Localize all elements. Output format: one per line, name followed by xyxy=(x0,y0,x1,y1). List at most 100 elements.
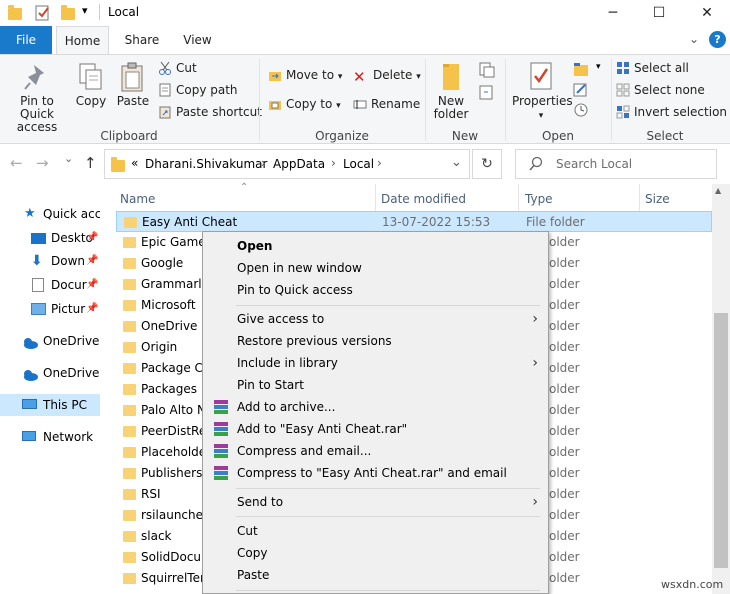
pin-to-quick-access-button[interactable]: Pin to Quick access xyxy=(3,61,71,134)
paste-shortcut-button[interactable]: Paste shortcut xyxy=(158,102,262,122)
copy-path-label: Copy path xyxy=(176,83,238,97)
select-none-button[interactable]: Select none xyxy=(616,80,705,100)
select-all-button[interactable]: Select all xyxy=(616,58,689,78)
scroll-up-icon[interactable]: ▲ xyxy=(715,186,721,195)
copy-button[interactable]: Copy xyxy=(74,61,108,108)
file-type: older xyxy=(549,571,580,585)
open-icon[interactable] xyxy=(572,60,594,80)
nav-item-this-pc[interactable]: This PC xyxy=(0,394,100,416)
column-divider[interactable] xyxy=(375,184,376,212)
navigation-pane: ★ Quick acce Deskto 📌 ⬇ Down 📌 Docur 📌 P… xyxy=(0,184,100,594)
file-name: Publishers xyxy=(141,466,203,480)
menu-item-paste[interactable]: Paste xyxy=(203,564,548,586)
tab-share[interactable]: Share xyxy=(116,26,168,54)
nav-item-network[interactable]: Network xyxy=(0,426,100,448)
delete-dropdown-icon: ▾ xyxy=(416,72,421,82)
history-icon[interactable] xyxy=(572,102,592,118)
open-dropdown-icon[interactable]: ▾ xyxy=(596,62,601,72)
menu-item-send-to[interactable]: Send to › xyxy=(203,491,548,513)
nav-item-onedrive-business[interactable]: OneDrive - xyxy=(0,362,100,384)
nav-item-desktop[interactable]: Deskto 📌 xyxy=(0,227,100,249)
menu-item-add-archive[interactable]: Add to archive... xyxy=(203,396,548,418)
menu-item-pin-start[interactable]: Pin to Start xyxy=(203,374,548,396)
menu-item-compress-to-rar-email[interactable]: Compress to "Easy Anti Cheat.rar" and em… xyxy=(203,462,548,484)
nav-item-downloads[interactable]: ⬇ Down 📌 xyxy=(0,250,100,272)
maximize-button[interactable]: ☐ xyxy=(636,0,682,26)
column-header-name[interactable]: Name xyxy=(120,192,155,206)
invert-selection-button[interactable]: Invert selection xyxy=(616,102,727,122)
edit-icon[interactable] xyxy=(572,82,592,98)
properties-quick-icon[interactable] xyxy=(34,4,52,22)
menu-item-include-library[interactable]: Include in library › xyxy=(203,352,548,374)
breadcrumb-item[interactable]: Dharani.Shivakumar xyxy=(145,157,267,171)
address-bar[interactable]: « Dharani.Shivakumar › AppData › Local ›… xyxy=(104,149,470,179)
menu-item-give-access[interactable]: Give access to › xyxy=(203,308,548,330)
copy-to-button[interactable]: Copy to ▾ xyxy=(268,94,341,114)
column-header-type[interactable]: Type xyxy=(525,192,553,206)
minimize-button[interactable]: ─ xyxy=(590,0,636,26)
breadcrumb-separator-icon: › xyxy=(331,156,336,170)
address-dropdown-icon[interactable]: ⌄ xyxy=(451,155,462,170)
delete-button[interactable]: ✕ Delete ▾ xyxy=(353,65,421,86)
customize-quick-access-icon[interactable]: ▾ xyxy=(82,4,88,17)
column-divider[interactable] xyxy=(518,184,519,212)
column-header-size[interactable]: Size xyxy=(645,192,670,206)
easy-access-icon[interactable] xyxy=(477,83,497,103)
menu-item-open-new-window[interactable]: Open in new window xyxy=(203,257,548,279)
nav-item-pictures[interactable]: Pictur 📌 xyxy=(0,298,100,320)
menu-item-cut[interactable]: Cut xyxy=(203,520,548,542)
menu-item-pin-quick-access[interactable]: Pin to Quick access xyxy=(203,279,548,301)
folder-icon[interactable] xyxy=(8,5,22,20)
column-header-date[interactable]: Date modified xyxy=(381,192,466,206)
menu-item-copy[interactable]: Copy xyxy=(203,542,548,564)
search-placeholder[interactable]: Search Local xyxy=(556,157,632,171)
nav-item-label: Down xyxy=(51,254,86,268)
tab-file[interactable]: File xyxy=(0,26,52,54)
file-type: older xyxy=(549,256,580,270)
collapse-ribbon-icon[interactable]: ⌄ xyxy=(689,32,699,46)
column-divider[interactable] xyxy=(639,184,640,212)
nav-item-documents[interactable]: Docur 📌 xyxy=(0,274,100,296)
move-to-button[interactable]: Move to ▾ xyxy=(268,65,342,85)
scrollbar-thumb[interactable] xyxy=(714,313,728,568)
refresh-button[interactable]: ↻ xyxy=(472,149,502,179)
select-all-label: Select all xyxy=(634,61,689,75)
help-icon[interactable]: ? xyxy=(709,31,726,48)
close-button[interactable]: ✕ xyxy=(684,0,730,26)
menu-item-compress-email[interactable]: Compress and email... xyxy=(203,440,548,462)
tab-view[interactable]: View xyxy=(175,26,220,54)
new-folder-quick-icon[interactable] xyxy=(61,5,75,20)
breadcrumb-item[interactable]: Local xyxy=(343,157,374,171)
cut-button[interactable]: Cut xyxy=(158,58,197,78)
menu-item-open[interactable]: Open xyxy=(203,235,548,257)
menu-item-restore-versions[interactable]: Restore previous versions xyxy=(203,330,548,352)
file-name: Package Ca xyxy=(141,361,211,375)
new-folder-button[interactable]: New folder xyxy=(430,61,472,121)
new-item-icon[interactable] xyxy=(477,60,497,80)
nav-item-onedrive[interactable]: OneDrive xyxy=(0,330,100,352)
move-folder-icon xyxy=(268,68,282,82)
copy-path-button[interactable]: Copy path xyxy=(158,80,238,100)
back-button[interactable]: ← xyxy=(10,154,23,172)
menu-item-label: Pin to Quick access xyxy=(237,283,353,297)
nav-item-label: Network xyxy=(43,430,94,444)
forward-button[interactable]: → xyxy=(36,154,49,172)
rename-button[interactable]: Rename xyxy=(353,94,420,114)
table-row[interactable]: Easy Anti Cheat 13-07-2022 15:53 File fo… xyxy=(116,211,712,232)
search-icon xyxy=(528,156,544,172)
properties-label: Properties xyxy=(512,94,573,108)
file-name: RSI xyxy=(141,487,161,501)
tab-home[interactable]: Home xyxy=(56,26,109,54)
menu-item-add-to-rar[interactable]: Add to "Easy Anti Cheat.rar" xyxy=(203,418,548,440)
paste-button[interactable]: Paste xyxy=(114,61,152,108)
search-box[interactable]: Search Local xyxy=(515,149,717,179)
recent-locations-button[interactable]: ⌄ xyxy=(64,152,73,165)
nav-item-quick-access[interactable]: ★ Quick acce xyxy=(0,203,100,225)
menu-item-label: Include in library xyxy=(237,356,338,370)
address-overflow-icon[interactable]: « xyxy=(131,156,138,170)
up-button[interactable]: ↑ xyxy=(84,154,97,172)
menu-separator xyxy=(236,488,540,489)
properties-button[interactable]: Properties ▾ xyxy=(512,61,573,123)
breadcrumb-item[interactable]: AppData xyxy=(273,157,325,171)
nav-item-label: This PC xyxy=(43,398,87,412)
